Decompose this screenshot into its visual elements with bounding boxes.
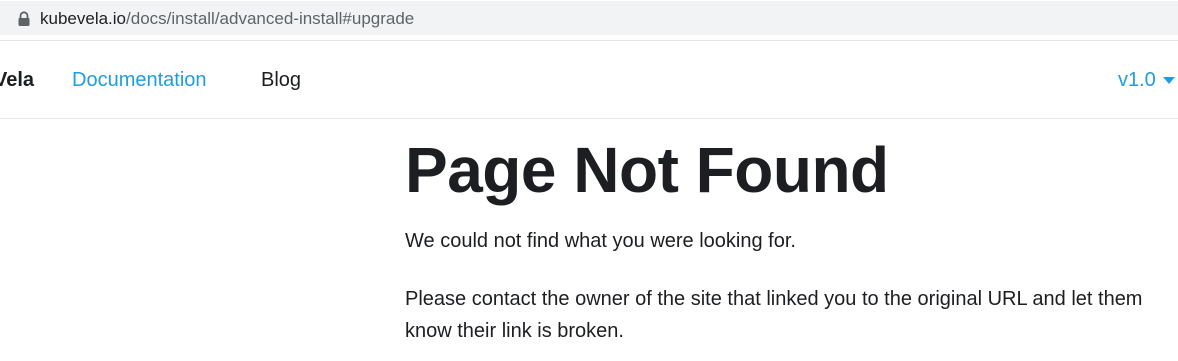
page-title: Page Not Found: [405, 134, 889, 206]
lock-icon[interactable]: [17, 11, 31, 27]
site-navbar: Vela Documentation Blog v1.0: [0, 41, 1178, 119]
brand-logo-text[interactable]: Vela: [0, 68, 34, 92]
url-path: /docs/install/advanced-install#upgrade: [126, 9, 415, 28]
url-host: kubevela.io: [40, 9, 127, 28]
caret-down-icon[interactable]: [1163, 77, 1175, 84]
url-field[interactable]: kubevela.io/docs/install/advanced-instal…: [0, 1, 1178, 35]
url-text[interactable]: kubevela.io/docs/install/advanced-instal…: [40, 9, 414, 29]
version-dropdown[interactable]: v1.0: [1118, 68, 1156, 92]
not-found-message: We could not find what you were looking …: [405, 230, 796, 252]
contact-owner-message: Please contact the owner of the site tha…: [405, 288, 1143, 342]
nav-link-blog[interactable]: Blog: [261, 68, 301, 92]
nav-link-documentation[interactable]: Documentation: [72, 68, 207, 92]
browser-address-bar: kubevela.io/docs/install/advanced-instal…: [0, 0, 1178, 38]
